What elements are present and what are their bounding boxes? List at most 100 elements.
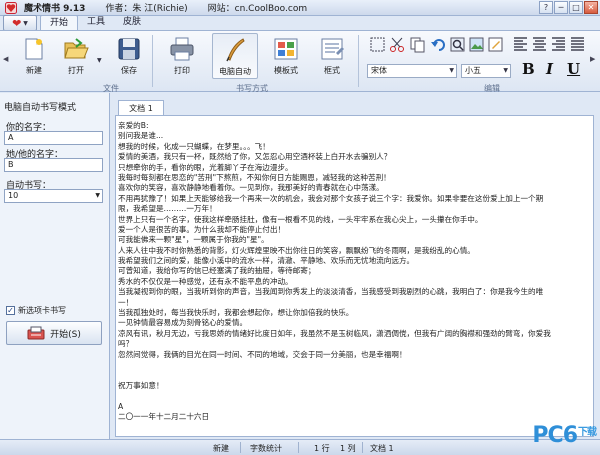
scissors-icon[interactable] [389, 36, 406, 53]
tab-start[interactable]: 开始 [40, 15, 79, 31]
save-button[interactable]: 保存 [113, 33, 145, 79]
editor-line: 秀水的不仅仅是一种感觉，还有永不能平息的冲动。 [118, 276, 293, 286]
speed-value: 10 [8, 191, 19, 200]
new-tab-label: 新选项卡书写 [18, 306, 66, 315]
image-icon[interactable] [468, 36, 485, 53]
help-button[interactable]: ? [539, 1, 553, 14]
pc6-watermark: PC6下载 [532, 423, 597, 448]
document-area: 文档 1 亲爱的B: 别问我是谁... 想我的时候，化成一只蝴蝶，在梦里。。。飞！… [111, 93, 600, 439]
open-dropdown-icon[interactable]: ▼ [97, 57, 102, 64]
editor-line: 祝万事如意！ [118, 380, 164, 390]
editor-line: 喜欢你的笑容，喜欢静静地看着你。一见到你，我那美好的青春就在心中荡漾。 [118, 183, 384, 193]
bold-button[interactable]: B [522, 62, 535, 77]
editor-line: 一！ [118, 297, 134, 307]
heart-icon: ❤ [12, 16, 22, 30]
start-button[interactable]: 开始(S) [6, 321, 102, 345]
open-button[interactable]: 打开 [60, 33, 92, 79]
underline-button[interactable]: U [567, 62, 580, 77]
edit-pencil-icon[interactable] [487, 36, 504, 53]
italic-button[interactable]: I [546, 62, 553, 77]
editor-line: 想我的时候，化成一只蝴蝶，在梦里。。。飞！ [118, 141, 270, 151]
tab-skin[interactable]: 皮肤 [114, 15, 150, 31]
website-text: 网站：cn.CoolBoo.com [207, 4, 308, 14]
left-panel: 电脑自动书写模式 你的名字： A 她/他的名字： B 自动书写： 10 ▼ ✓ … [0, 93, 110, 439]
new-tab-checkbox[interactable]: ✓ 新选项卡书写 [6, 305, 66, 316]
editor-line: 凉风有讯，秋月无边，亏我思娇的情绪好比度日如年，我虽然不是玉树临风，潇洒倜傥，但… [118, 328, 551, 338]
author-text: 作者：朱 江(Richie) [105, 4, 188, 14]
editor-line: 爱情的美酒，我只有一杯，既然给了你，又怎忍心用空酒杯装上白开水去骗别人？ [118, 152, 392, 162]
print-label: 打印 [174, 66, 190, 75]
ribbon-tabs: 开始 工具 皮肤 [40, 15, 150, 31]
folder-open-icon [64, 38, 89, 59]
find-icon[interactable] [449, 36, 466, 53]
font-name-value: 宋体 [371, 66, 387, 75]
chevron-down-icon: ▼ [503, 67, 508, 74]
start-label: 开始(S) [50, 329, 81, 340]
editor-line: 一见钟情最容易成为刻骨铭心的爱情。 [118, 318, 248, 328]
editor-line: 可我能佛来一颗"星"，一颗属于你我的"星"。 [118, 235, 269, 245]
status-row: 1 行 [314, 444, 330, 453]
editor-line: 吗？ [118, 339, 134, 349]
word-count-button[interactable]: 字数统计 [250, 443, 282, 454]
new-document-icon [25, 38, 43, 60]
editor-line: 当我孤独处时，每当我快乐时，我都会想起你，想让你加倍我的快乐。 [118, 308, 354, 318]
status-separator [298, 442, 299, 453]
typewriter-icon [27, 326, 45, 340]
editor-line: 别问我是谁... [118, 131, 164, 141]
editor-line: 亲爱的B: [118, 121, 149, 130]
align-right-icon[interactable] [550, 35, 567, 52]
ribbon-scroll-left-icon[interactable]: ◀ [3, 55, 8, 63]
status-separator [240, 442, 241, 453]
partner-name-input[interactable]: B [4, 158, 103, 172]
new-button[interactable]: 新建 [20, 33, 48, 79]
template-button[interactable]: 模板式 [270, 33, 302, 79]
app-logo-icon [5, 2, 17, 14]
group-separator [358, 35, 359, 87]
ribbon: ◀ 新建 打开 ▼ 保存 文件 打印 电脑自动 模板式 框式 书写方式 宋体 ▼… [0, 30, 600, 93]
close-button[interactable]: ✕ [584, 1, 598, 14]
checkmark-icon[interactable]: ✓ [6, 306, 15, 315]
status-bar: 新建 字数统计 1 行 1 列 文档 1 [0, 439, 600, 455]
app-menu-button[interactable]: ❤ ▼ [3, 15, 37, 31]
status-separator [362, 442, 363, 453]
print-button[interactable]: 打印 [166, 33, 198, 79]
align-center-icon[interactable] [531, 35, 548, 52]
speed-select[interactable]: 10 ▼ [4, 189, 103, 203]
window-title: 魔术情书 9.13 [24, 4, 86, 14]
editor-line: 爱一个人是很苦的事。为什么我却不能停止付出！ [118, 224, 286, 234]
tab-tools[interactable]: 工具 [78, 15, 114, 31]
your-name-input[interactable]: A [4, 131, 103, 145]
chevron-down-icon: ▼ [95, 192, 100, 199]
maximize-button[interactable]: □ [569, 1, 583, 14]
template-grid-icon [274, 38, 298, 60]
frame-button[interactable]: 框式 [316, 33, 348, 79]
frame-layout-icon [321, 38, 344, 60]
copy-icon[interactable] [409, 36, 426, 53]
editor-line: 人来人往中我不时你熟悉的背影，灯火辉煌里映不出你往日的笑容，飘飘纷飞的冬雨啊，是… [118, 245, 475, 255]
title-bar: 魔术情书 9.13 作者：朱 江(Richie) 网站：cn.CoolBoo.c… [0, 0, 600, 16]
document-tab[interactable]: 文档 1 [118, 100, 164, 116]
chevron-down-icon: ▼ [23, 19, 28, 27]
ribbon-scroll-right-icon[interactable]: ▶ [590, 55, 595, 63]
auto-write-button[interactable]: 电脑自动 [212, 33, 258, 79]
printer-icon [170, 37, 194, 61]
watermark-sub: 下载 [578, 427, 597, 438]
save-label: 保存 [121, 66, 137, 75]
align-left-icon[interactable] [512, 35, 529, 52]
undo-icon[interactable] [430, 36, 447, 53]
editor-line: 不用再犹豫了！如果上天能够给我一个再来一次的机会，我会对那个女孩子说三个字：我爱… [118, 193, 544, 203]
editor-line: 世界上只有一个名字，使我这样牵肠挂肚，像有一根看不见的线，一头牢牢系在我心尖上，… [118, 214, 483, 224]
group-separator [152, 35, 153, 87]
font-name-select[interactable]: 宋体 ▼ [367, 64, 457, 78]
font-size-select[interactable]: 小五 ▼ [461, 64, 511, 78]
align-justify-icon[interactable] [569, 35, 586, 52]
frame-label: 框式 [324, 66, 340, 75]
minimize-button[interactable]: ─ [554, 1, 568, 14]
editor-line: 当我凝视到你的眼，当我听到你的声音，当我闻到你秀发上的淡淡清香，当我感受到我剧烈… [118, 287, 544, 297]
select-box-icon[interactable] [369, 36, 386, 53]
editor-line: 二〇一一年十二月二十六日 [118, 411, 210, 421]
open-label: 打开 [68, 66, 84, 75]
editor-line: A [118, 401, 124, 411]
text-editor[interactable]: 亲爱的B: 别问我是谁... 想我的时候，化成一只蝴蝶，在梦里。。。飞！ 爱情的美酒… [115, 115, 594, 437]
